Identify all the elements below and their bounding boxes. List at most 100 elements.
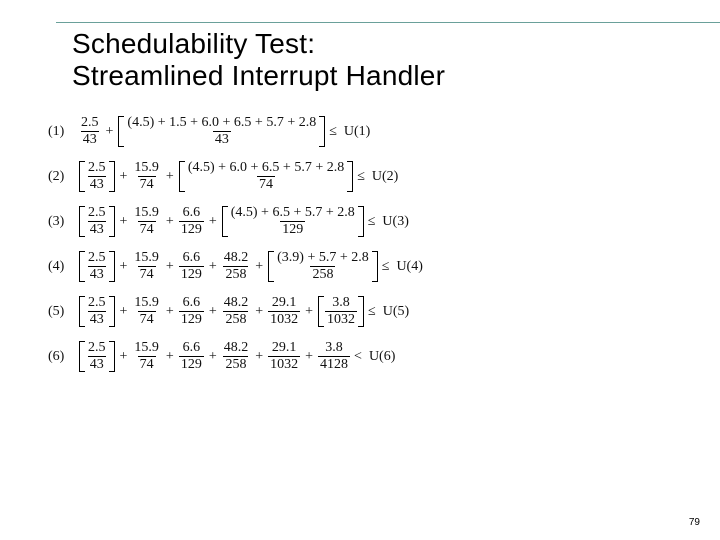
fraction-denominator: 43 xyxy=(88,176,106,192)
fraction-denominator: 258 xyxy=(223,311,248,327)
slide: Schedulability Test: Streamlined Interru… xyxy=(0,0,720,540)
rhs: U(1) xyxy=(340,124,370,140)
page-number: 79 xyxy=(689,517,700,528)
title-line-2: Streamlined Interrupt Handler xyxy=(72,60,445,91)
fraction-denominator: 43 xyxy=(81,131,99,147)
plus: + xyxy=(251,259,267,275)
plus: + xyxy=(116,349,132,365)
plus: + xyxy=(116,304,132,320)
fraction-numerator: 2.5 xyxy=(86,251,108,266)
plus: + xyxy=(162,169,178,185)
fraction-denominator: 43 xyxy=(88,266,106,282)
fraction-denominator: 43 xyxy=(88,356,106,372)
slide-title: Schedulability Test: Streamlined Interru… xyxy=(72,28,445,92)
rhs: U(3) xyxy=(378,214,408,230)
fraction: 15.974 xyxy=(132,161,161,192)
fraction-denominator: 74 xyxy=(138,356,156,372)
rhs: U(2) xyxy=(368,169,398,185)
plus: + xyxy=(162,214,178,230)
fraction-denominator: 258 xyxy=(310,266,335,282)
fraction-denominator: 258 xyxy=(223,356,248,372)
ceil-bracket: 2.543 xyxy=(79,161,115,192)
fraction-numerator: 29.1 xyxy=(270,341,299,356)
plus: + xyxy=(301,304,317,320)
fraction-numerator: 48.2 xyxy=(222,296,251,311)
ceil-bracket: 2.543 xyxy=(79,296,115,327)
fraction-numerator: (4.5) + 6.5 + 5.7 + 2.8 xyxy=(229,206,357,221)
fraction: 6.6129 xyxy=(179,206,204,237)
fraction: (4.5) + 6.5 + 5.7 + 2.8129 xyxy=(229,206,357,237)
le-symbol: ≤ xyxy=(365,304,379,320)
fraction: 2.543 xyxy=(86,251,108,282)
fraction: 15.974 xyxy=(132,296,161,327)
fraction-denominator: 1032 xyxy=(268,356,300,372)
equation-row: (3)2.543+15.974+6.6129+(4.5) + 6.5 + 5.7… xyxy=(48,206,668,237)
plus: + xyxy=(162,349,178,365)
fraction-numerator: 29.1 xyxy=(270,296,299,311)
fraction-denominator: 74 xyxy=(138,221,156,237)
fraction: 2.543 xyxy=(86,206,108,237)
fraction: 2.543 xyxy=(86,341,108,372)
fraction-numerator: 48.2 xyxy=(222,341,251,356)
plus: + xyxy=(205,259,221,275)
equation-index: (3) xyxy=(48,214,78,230)
equation-index: (6) xyxy=(48,349,78,365)
fraction-numerator: 2.5 xyxy=(86,341,108,356)
plus: + xyxy=(116,214,132,230)
fraction-denominator: 1032 xyxy=(325,311,357,327)
fraction-numerator: 6.6 xyxy=(181,206,203,221)
fraction-denominator: 43 xyxy=(213,131,231,147)
fraction-numerator: 6.6 xyxy=(181,251,203,266)
fraction: 3.81032 xyxy=(325,296,357,327)
ceil-bracket: (4.5) + 6.0 + 6.5 + 5.7 + 2.874 xyxy=(179,161,353,192)
ceil-bracket: (4.5) + 6.5 + 5.7 + 2.8129 xyxy=(222,206,364,237)
plus: + xyxy=(251,304,267,320)
rhs: U(5) xyxy=(379,304,409,320)
fraction-numerator: 15.9 xyxy=(132,296,161,311)
plus: + xyxy=(162,259,178,275)
fraction: 2.543 xyxy=(86,296,108,327)
rhs: U(4) xyxy=(392,259,422,275)
fraction-numerator: 15.9 xyxy=(132,251,161,266)
fraction-denominator: 4128 xyxy=(318,356,350,372)
equation-row: (5)2.543+15.974+6.6129+48.2258+29.11032+… xyxy=(48,296,668,327)
plus: + xyxy=(251,349,267,365)
le-symbol: ≤ xyxy=(379,259,393,275)
fraction-denominator: 129 xyxy=(179,266,204,282)
plus: + xyxy=(301,349,317,365)
fraction-denominator: 129 xyxy=(280,221,305,237)
fraction-numerator: 2.5 xyxy=(86,206,108,221)
plus: + xyxy=(102,124,118,140)
plus: + xyxy=(205,304,221,320)
equation-row: (6)2.543+15.974+6.6129+48.2258+29.11032+… xyxy=(48,341,668,372)
fraction: 48.2258 xyxy=(222,296,251,327)
plus: + xyxy=(162,304,178,320)
fraction-numerator: 6.6 xyxy=(181,296,203,311)
fraction-numerator: 15.9 xyxy=(132,161,161,176)
plus: + xyxy=(205,349,221,365)
le-symbol: ≤ xyxy=(326,124,340,140)
fraction-numerator: (4.5) + 6.0 + 6.5 + 5.7 + 2.8 xyxy=(186,161,346,176)
lt-symbol: < xyxy=(351,349,365,365)
equation-index: (2) xyxy=(48,169,78,185)
fraction-numerator: 2.5 xyxy=(86,161,108,176)
fraction-numerator: 2.5 xyxy=(86,296,108,311)
fraction-numerator: 2.5 xyxy=(79,116,101,131)
fraction-denominator: 74 xyxy=(138,176,156,192)
fraction-denominator: 129 xyxy=(179,221,204,237)
fraction-denominator: 129 xyxy=(179,356,204,372)
fraction: 6.6129 xyxy=(179,296,204,327)
fraction-numerator: (3.9) + 5.7 + 2.8 xyxy=(275,251,371,266)
equations: (1)2.543+(4.5) + 1.5 + 6.0 + 6.5 + 5.7 +… xyxy=(48,116,668,386)
fraction: 48.2258 xyxy=(222,251,251,282)
fraction-denominator: 43 xyxy=(88,221,106,237)
ceil-bracket: (3.9) + 5.7 + 2.8258 xyxy=(268,251,378,282)
fraction: (4.5) + 1.5 + 6.0 + 6.5 + 5.7 + 2.843 xyxy=(125,116,318,147)
fraction: (4.5) + 6.0 + 6.5 + 5.7 + 2.874 xyxy=(186,161,346,192)
fraction: 48.2258 xyxy=(222,341,251,372)
equation-index: (5) xyxy=(48,304,78,320)
ceil-bracket: 2.543 xyxy=(79,251,115,282)
fraction: 15.974 xyxy=(132,251,161,282)
fraction-denominator: 129 xyxy=(179,311,204,327)
equation-index: (4) xyxy=(48,259,78,275)
